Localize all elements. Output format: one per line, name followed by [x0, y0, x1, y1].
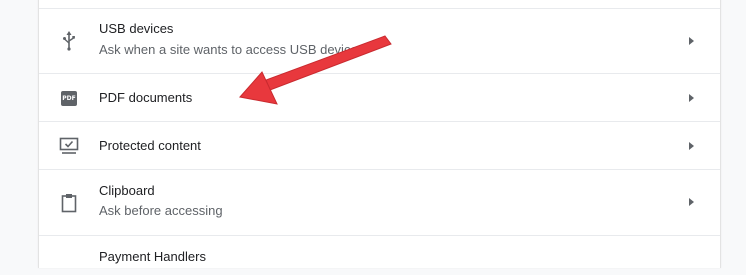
- row-usb-devices[interactable]: USB devices Ask when a site wants to acc…: [39, 9, 720, 73]
- chevron-right-icon: [689, 37, 694, 45]
- clipboard-label: Clipboard: [99, 183, 155, 198]
- pdf-icon: PDF: [58, 87, 80, 109]
- row-pdf-documents[interactable]: PDF PDF documents: [39, 73, 720, 121]
- chevron-right-icon: [689, 198, 694, 206]
- row-payment-handlers[interactable]: Payment Handlers: [39, 235, 720, 275]
- usb-devices-sublabel: Ask when a site wants to access USB devi…: [99, 42, 365, 57]
- payment-handlers-label: Payment Handlers: [99, 249, 206, 264]
- pdf-icon-text: PDF: [61, 90, 77, 106]
- row-clipboard[interactable]: Clipboard Ask before accessing: [39, 169, 720, 235]
- protected-content-label: Protected content: [99, 138, 201, 153]
- row-protected-content[interactable]: Protected content: [39, 121, 720, 169]
- clipboard-icon: [58, 192, 80, 214]
- pdf-documents-label: PDF documents: [99, 90, 193, 105]
- usb-icon: [58, 30, 80, 52]
- chevron-right-icon: [689, 142, 694, 150]
- settings-list-card: USB devices Ask when a site wants to acc…: [38, 0, 721, 268]
- chevron-right-icon: [689, 94, 694, 102]
- clipboard-sublabel: Ask before accessing: [99, 203, 223, 218]
- monitor-check-icon: [58, 135, 80, 157]
- usb-devices-label: USB devices: [99, 21, 174, 36]
